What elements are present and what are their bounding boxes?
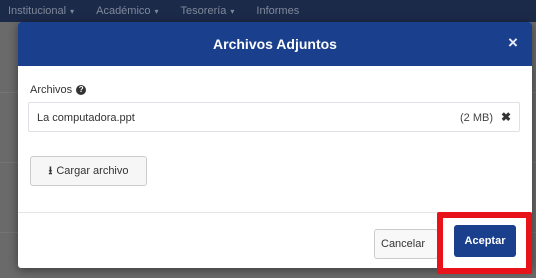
- caret-down-icon: ▾: [230, 6, 235, 16]
- attachments-modal: Archivos Adjuntos × Archivos ? La comput…: [18, 22, 532, 268]
- upload-file-button[interactable]: ⭳ Cargar archivo: [30, 156, 147, 186]
- files-label-text: Archivos: [30, 84, 73, 96]
- nav-item-academico[interactable]: Académico ▾: [96, 5, 158, 17]
- file-size: (2 MB): [460, 112, 493, 124]
- upload-icon: ⭳: [48, 164, 53, 177]
- modal-header: Archivos Adjuntos ×: [18, 22, 532, 66]
- remove-file-icon[interactable]: ✖: [501, 110, 511, 124]
- nav-item-label: Académico: [96, 5, 151, 17]
- question-circle-icon[interactable]: ?: [76, 85, 87, 95]
- modal-footer-divider: [18, 212, 532, 213]
- nav-item-label: Institucional: [8, 5, 67, 17]
- close-icon[interactable]: ×: [504, 34, 522, 52]
- files-label: Archivos ?: [30, 84, 87, 96]
- nav-item-institucional[interactable]: Institucional ▾: [8, 5, 74, 17]
- modal-title: Archivos Adjuntos: [213, 36, 337, 52]
- file-name: La computadora.ppt: [37, 112, 135, 124]
- file-list-item: La computadora.ppt (2 MB) ✖: [28, 102, 520, 132]
- cancel-button[interactable]: Cancelar: [374, 229, 438, 259]
- nav-item-label: Tesorería: [180, 5, 227, 17]
- nav-item-label: Informes: [256, 5, 300, 17]
- app-navbar: Institucional ▾ Académico ▾ Tesorería ▾ …: [0, 0, 536, 22]
- upload-button-label: Cargar archivo: [56, 165, 129, 177]
- caret-down-icon: ▾: [70, 6, 75, 16]
- caret-down-icon: ▾: [154, 6, 159, 16]
- accept-button[interactable]: Aceptar: [454, 225, 516, 257]
- nav-item-informes[interactable]: Informes: [256, 5, 299, 17]
- nav-item-tesoreria[interactable]: Tesorería ▾: [181, 5, 235, 17]
